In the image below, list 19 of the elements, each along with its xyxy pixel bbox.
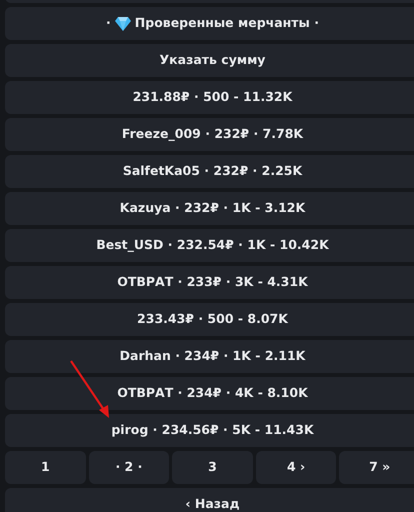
merchant-button[interactable]: 233.43₽ · 500 - 8.07K bbox=[5, 303, 414, 336]
merchant-button[interactable]: 231.88₽ · 500 - 11.32K bbox=[5, 81, 414, 114]
merchant-button[interactable]: SalfetKa05 · 232₽ · 2.25K bbox=[5, 155, 414, 188]
amount-button[interactable]: Указать сумму bbox=[5, 44, 414, 77]
gem-icon bbox=[114, 16, 131, 30]
merchant-button[interactable]: Kazuya · 232₽ · 1K - 3.12K bbox=[5, 192, 414, 225]
merchant-button[interactable]: ОТВРАТ · 234₽ · 4K - 8.10K bbox=[5, 377, 414, 410]
back-button[interactable]: ‹ Назад bbox=[5, 488, 414, 512]
merchant-button[interactable]: ОТВРАТ · 233₽ · 3K - 4.31K bbox=[5, 266, 414, 299]
page-button[interactable]: 7 » bbox=[339, 451, 414, 484]
merchant-button[interactable]: Freeze_009 · 232₽ · 7.78K bbox=[5, 118, 414, 151]
page-button[interactable]: · 2 · bbox=[88, 451, 170, 484]
merchant-button[interactable]: Darhan · 234₽ · 1K - 2.11K bbox=[5, 340, 414, 373]
merchant-button[interactable]: Best_USD · 232.54₽ · 1K - 10.42K bbox=[5, 229, 414, 262]
page-button[interactable]: 1 bbox=[5, 451, 86, 484]
verified-merchants-button[interactable]: · Проверенные мерчанты · bbox=[5, 7, 414, 40]
page-button[interactable]: 4 › bbox=[256, 451, 336, 484]
merchant-button[interactable]: pirog · 234.56₽ · 5K - 11.43K bbox=[5, 414, 414, 447]
page-button[interactable]: 3 bbox=[172, 451, 253, 484]
